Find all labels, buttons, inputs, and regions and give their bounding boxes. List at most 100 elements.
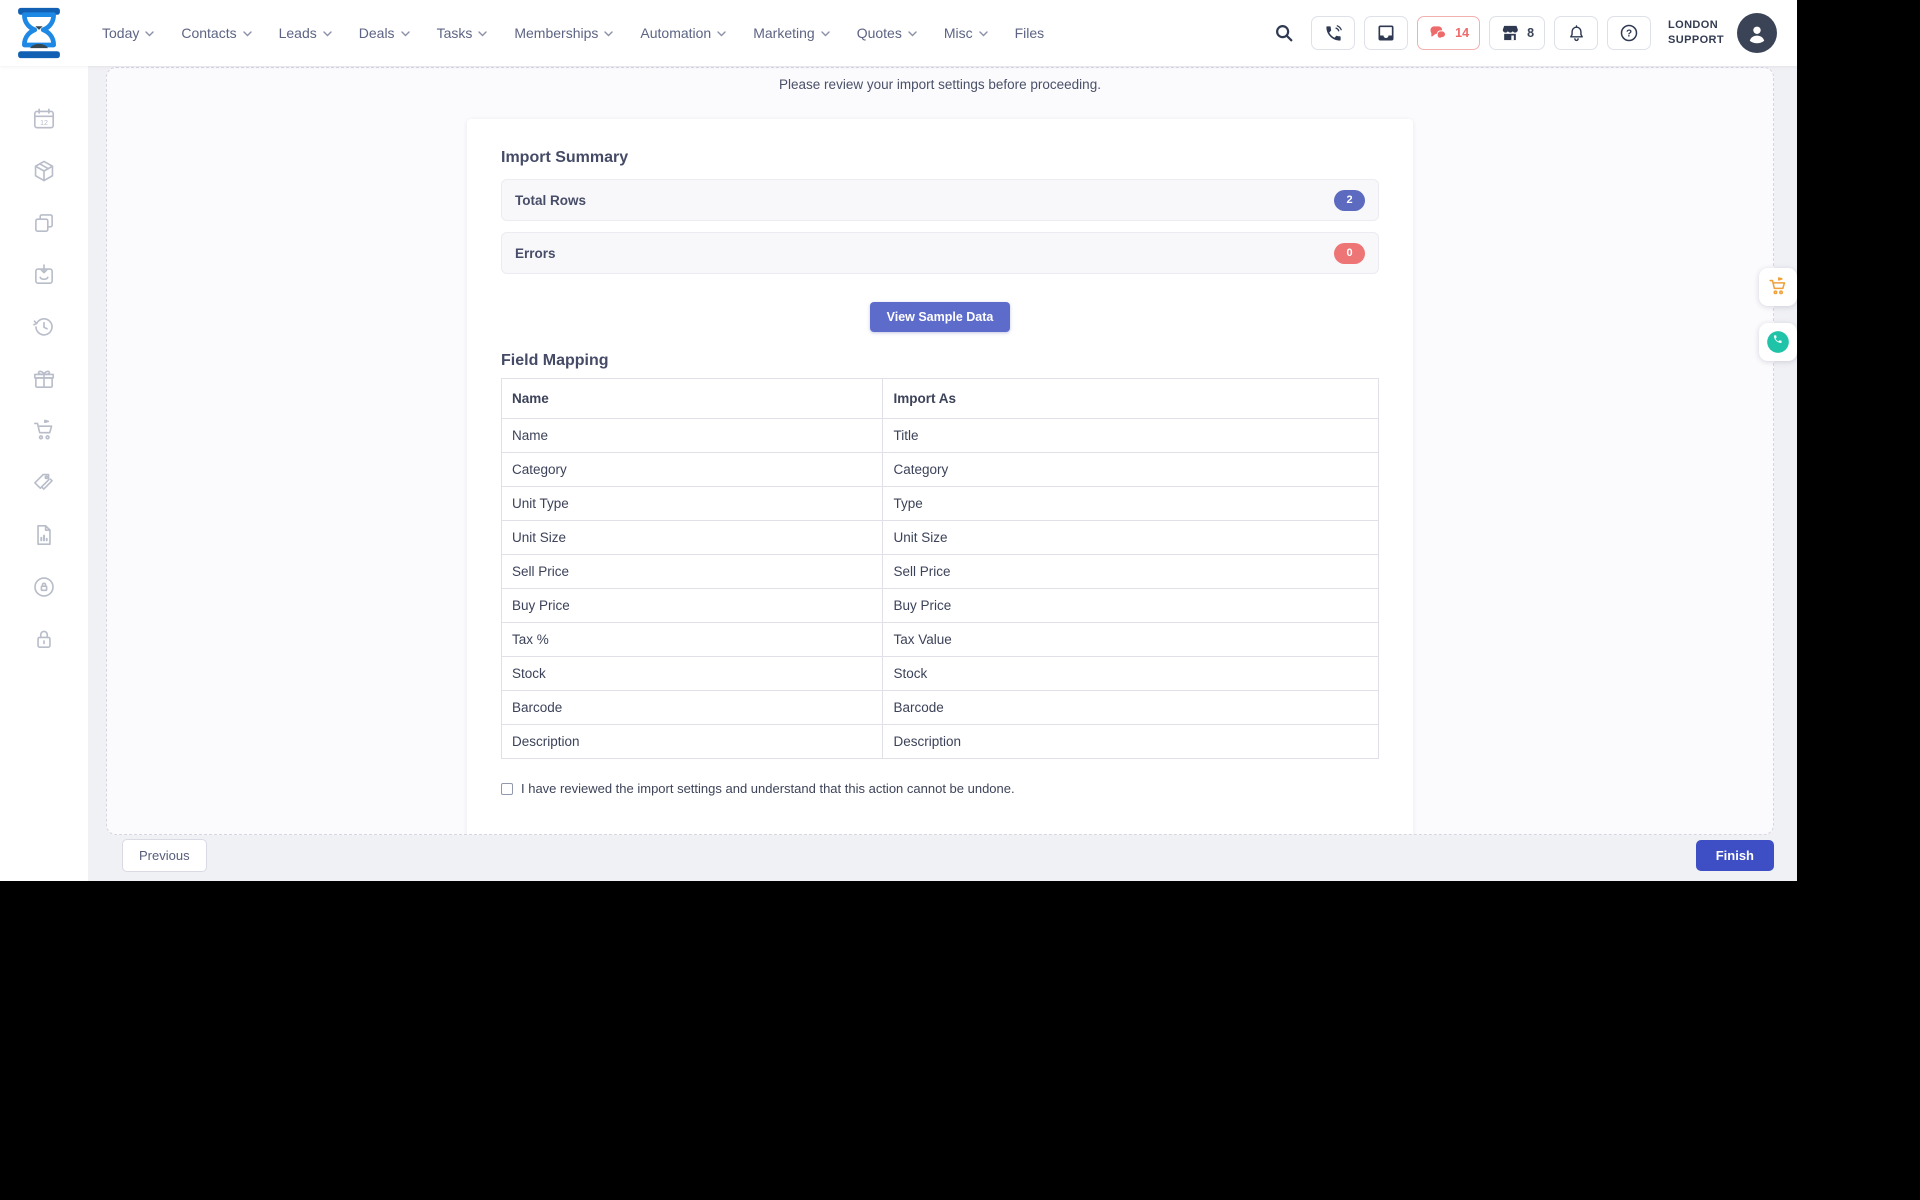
inbox-icon [1378, 25, 1394, 41]
nav-item[interactable]: Today [102, 25, 155, 41]
nav-item[interactable]: Deals [359, 25, 410, 41]
top-navigation-bar: Today Contacts Leads Deals Tasks Members… [0, 0, 1797, 66]
sidebar-item-lock[interactable] [31, 626, 57, 652]
app-logo[interactable] [16, 7, 62, 59]
summary-row-total: Total Rows 2 [501, 179, 1379, 221]
confirm-checkbox-label: I have reviewed the import settings and … [521, 781, 1015, 796]
account-name[interactable]: LONDON SUPPORT [1668, 18, 1724, 48]
nav-item-label: Marketing [753, 25, 815, 41]
history-icon [33, 318, 53, 336]
field-mapping-title: Field Mapping [501, 352, 609, 369]
nav-item-label: Misc [943, 25, 973, 41]
import-wizard-panel: Please review your import settings befor… [106, 67, 1774, 835]
whatsapp-float-button[interactable] [1759, 323, 1797, 361]
sidebar-item-calendar[interactable]: 12 [31, 106, 57, 132]
copy-icon [35, 214, 53, 232]
nav-item-label: Contacts [181, 25, 237, 41]
mapping-source-cell: Stock [500, 656, 884, 691]
mapping-source-cell: Barcode [500, 690, 884, 725]
mapping-target-cell: Title [882, 418, 1379, 453]
svg-text:12: 12 [40, 120, 48, 127]
table-row: Name Title [500, 418, 1379, 453]
nav-item[interactable]: Memberships [514, 25, 614, 41]
nav-item-label: Tasks [436, 25, 473, 41]
mapping-target-cell: Description [882, 724, 1379, 759]
wizard-instruction: Please review your import settings befor… [779, 77, 1101, 92]
floating-action-stack [1759, 268, 1797, 361]
sidebar-item-import[interactable] [31, 262, 57, 288]
chevron-down-icon [717, 31, 726, 37]
nav-item-label: Memberships [514, 25, 599, 41]
nav-item[interactable]: Tasks [437, 25, 488, 41]
mapping-source-cell: Tax % [500, 622, 884, 657]
topbar-actions: 14 8 ? LONDON SUPPORT [1273, 13, 1797, 53]
mapping-target-cell: Sell Price [882, 554, 1379, 589]
view-sample-data-button[interactable]: View Sample Data [869, 302, 1011, 332]
mapping-target-cell: Category [882, 452, 1379, 487]
chevron-down-icon [978, 31, 988, 37]
left-sidebar: 12 [0, 66, 88, 881]
nav-item-label: Leads [278, 25, 317, 41]
sidebar-item-history[interactable] [31, 314, 57, 340]
mapping-source-cell: Sell Price [500, 554, 884, 589]
search-button[interactable] [1273, 22, 1295, 44]
mapping-target-cell: Type [882, 486, 1379, 521]
help-button[interactable]: ? [1607, 16, 1652, 50]
mapping-target-cell: Barcode [882, 690, 1379, 725]
table-header-row: Name Import As [500, 378, 1379, 419]
app-window: Today Contacts Leads Deals Tasks Members… [0, 0, 1797, 881]
table-row: Unit Size Unit Size [500, 520, 1379, 555]
finish-button[interactable]: Finish [1695, 839, 1774, 871]
cart-float-button[interactable] [1759, 268, 1797, 306]
nav-item-label: Today [102, 25, 140, 41]
confirm-checkbox[interactable] [501, 782, 513, 795]
table-row: Barcode Barcode [500, 690, 1379, 725]
svg-text:?: ? [1626, 29, 1632, 40]
sidebar-item-duplicates[interactable] [31, 210, 57, 236]
notifications-button[interactable] [1554, 16, 1599, 50]
account-name-line2: SUPPORT [1668, 34, 1724, 46]
phone-button[interactable] [1311, 16, 1356, 50]
help-icon: ? [1620, 24, 1638, 42]
account-lock-icon [34, 577, 54, 597]
mapping-target-cell: Buy Price [882, 588, 1379, 623]
nav-item[interactable]: Misc [944, 25, 988, 41]
column-header-name: Name [500, 378, 884, 419]
errors-badge: 0 [1334, 242, 1365, 264]
sidebar-item-reports[interactable] [31, 522, 57, 548]
summary-label-errors: Errors [515, 245, 556, 261]
sidebar-item-account-security[interactable] [31, 574, 57, 600]
table-row: Category Category [500, 452, 1379, 487]
table-row: Tax % Tax Value [500, 622, 1379, 657]
sidebar-item-tags[interactable] [31, 470, 57, 496]
mapping-source-cell: Name [500, 418, 884, 453]
chevron-down-icon [323, 31, 332, 37]
main-nav: Today Contacts Leads Deals Tasks Members… [102, 25, 1044, 41]
column-header-import-as: Import As [882, 378, 1379, 419]
cart-icon [33, 419, 53, 440]
storefront-icon [1502, 25, 1518, 41]
user-avatar[interactable] [1737, 13, 1777, 53]
nav-item[interactable]: Files [1015, 25, 1045, 41]
nav-item[interactable]: Marketing [753, 25, 830, 41]
sidebar-item-rewards[interactable] [31, 366, 57, 392]
sidebar-item-products[interactable] [31, 158, 57, 184]
inbox-button[interactable] [1364, 16, 1409, 50]
previous-button[interactable]: Previous [122, 838, 207, 872]
nav-item[interactable]: Leads [279, 25, 332, 41]
store-button[interactable]: 8 [1489, 16, 1546, 50]
summary-label-total: Total Rows [515, 192, 587, 208]
nav-item[interactable]: Contacts [181, 25, 252, 41]
nav-item[interactable]: Automation [640, 25, 726, 41]
whatsapp-icon [1767, 331, 1789, 353]
person-icon [1749, 26, 1765, 44]
nav-item[interactable]: Quotes [857, 25, 917, 41]
sidebar-item-shop[interactable] [31, 418, 57, 444]
nav-item-label: Deals [358, 25, 395, 41]
mapping-target-cell: Stock [882, 656, 1379, 691]
gift-icon [33, 370, 55, 388]
report-icon [37, 524, 51, 546]
chat-notifications-button[interactable]: 14 [1417, 16, 1481, 50]
chat-bubbles-icon [1430, 26, 1447, 40]
field-mapping-table: Name Import As Name Title Category Categ… [500, 378, 1379, 759]
